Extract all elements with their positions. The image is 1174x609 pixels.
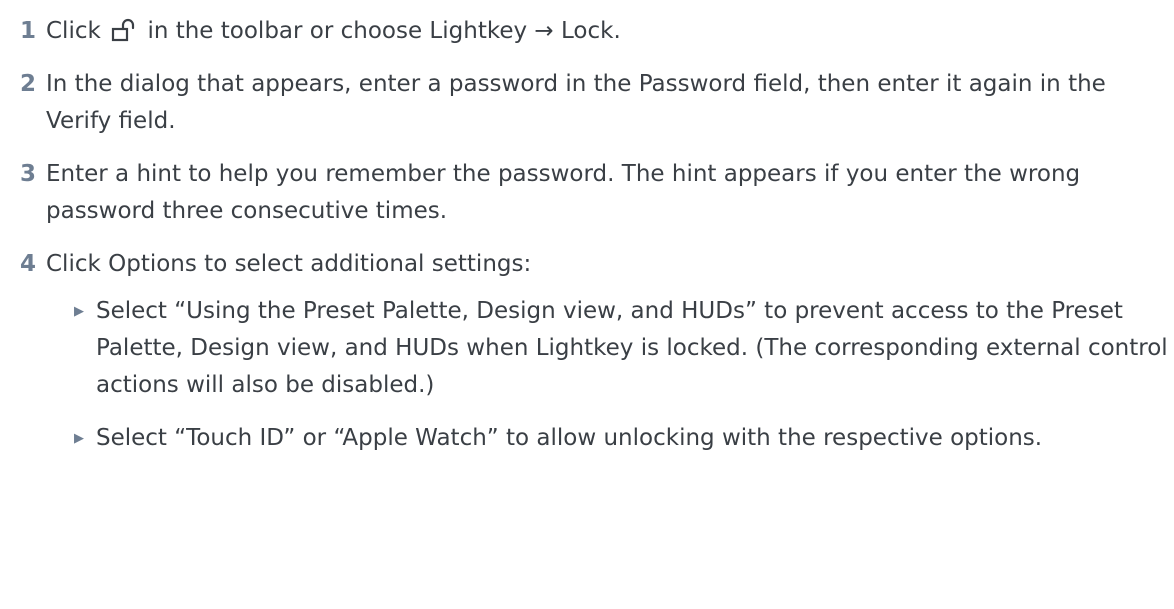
step-number: 1: [20, 18, 37, 44]
step-text: Click Options to select additional setti…: [46, 251, 532, 277]
step-2: 2 In the dialog that appears, enter a pa…: [20, 66, 1174, 140]
step-text: Click in the toolbar or choose Lightkey …: [46, 13, 1174, 50]
list-item: ▶ Select “Using the Preset Palette, Desi…: [46, 293, 1174, 404]
step-text-part: Lock.: [561, 18, 621, 44]
step-number: 2: [20, 71, 37, 97]
right-arrow-icon: →: [534, 18, 554, 44]
step-4: 4 Click Options to select additional set…: [20, 246, 1174, 457]
step-number: 4: [20, 251, 37, 277]
list-item-text: Select “Using the Preset Palette, Design…: [96, 298, 1168, 398]
list-item: ▶ Select “Touch ID” or “Apple Watch” to …: [46, 420, 1174, 457]
step-1: 1 Click in the toolbar or choose Lightke…: [20, 13, 1174, 50]
list-item-text: Select “Touch ID” or “Apple Watch” to al…: [96, 425, 1043, 451]
step-number: 3: [20, 161, 37, 187]
step-text-part: Click: [46, 18, 101, 44]
step-3: 3 Enter a hint to help you remember the …: [20, 156, 1174, 230]
options-list: ▶ Select “Using the Preset Palette, Desi…: [46, 293, 1174, 457]
step-text: Enter a hint to help you remember the pa…: [46, 161, 1081, 224]
step-text-part: in the toolbar or choose Lightkey: [147, 18, 528, 44]
bullet-triangle-icon: ▶: [74, 431, 84, 446]
instructions-document: 1 Click in the toolbar or choose Lightke…: [0, 0, 1174, 457]
step-text: In the dialog that appears, enter a pass…: [46, 71, 1106, 134]
lock-open-icon: [110, 17, 138, 42]
bullet-triangle-icon: ▶: [74, 304, 84, 319]
